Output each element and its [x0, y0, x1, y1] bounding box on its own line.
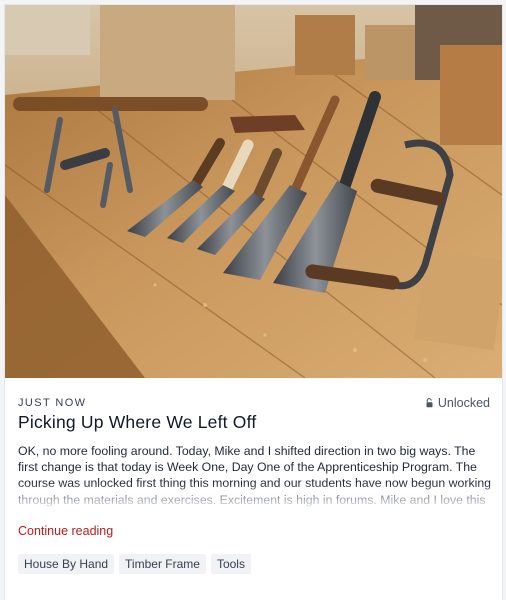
- tag-timber-frame[interactable]: Timber Frame: [119, 554, 206, 574]
- unlocked-icon: [426, 398, 433, 408]
- post-excerpt: OK, no more fooling around. Today, Mike …: [18, 444, 492, 507]
- post-cover-image[interactable]: [5, 5, 502, 378]
- post-card[interactable]: JUST NOW Unlocked Picking Up Where We Le…: [5, 5, 502, 600]
- continue-reading-link[interactable]: Continue reading: [18, 524, 113, 538]
- tag-tools[interactable]: Tools: [210, 554, 251, 574]
- access-status: Unlocked: [426, 396, 490, 410]
- post-timestamp: JUST NOW: [18, 397, 87, 409]
- tag-house-by-hand[interactable]: House By Hand: [18, 554, 115, 574]
- post-title[interactable]: Picking Up Where We Left Off: [18, 412, 256, 433]
- chisels-on-workbench-photo: [5, 5, 502, 378]
- post-meta: JUST NOW Unlocked: [18, 396, 490, 411]
- access-status-label: Unlocked: [437, 396, 490, 410]
- tag-list: House By Hand Timber Frame Tools: [18, 554, 251, 574]
